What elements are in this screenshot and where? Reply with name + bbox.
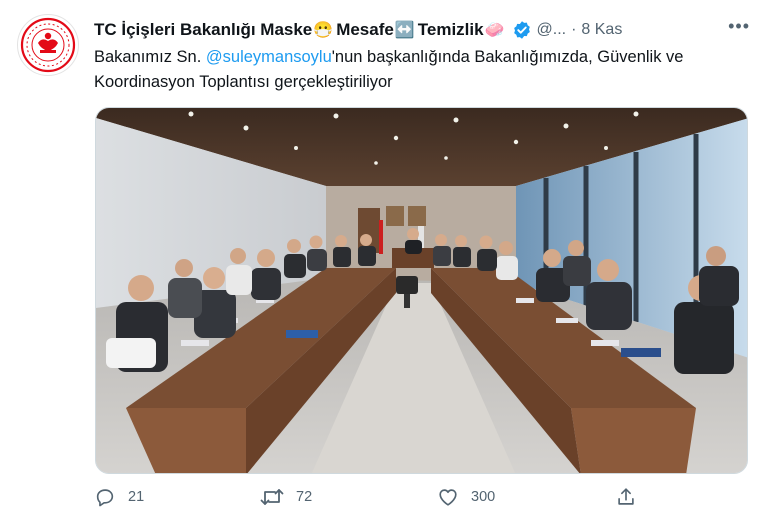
display-name[interactable]: TC İçişleri Bakanlığı Maske <box>94 20 312 40</box>
reply-count: 21 <box>128 489 145 505</box>
heart-icon <box>439 489 457 506</box>
tweet-actions: 21 72 300 <box>94 486 744 516</box>
timestamp[interactable]: 8 Kas <box>581 21 622 39</box>
display-name-part2[interactable]: Mesafe <box>336 20 394 40</box>
mention-link[interactable]: @suleymansoylu <box>206 48 332 66</box>
display-name-part3[interactable]: Temizlik <box>418 20 484 40</box>
retweet-count: 72 <box>296 489 313 505</box>
arrows-emoji: ↔️ <box>394 22 415 39</box>
share-icon <box>618 488 634 505</box>
retweet-icon <box>260 489 284 505</box>
separator-dot: · <box>571 21 577 38</box>
handle[interactable]: @... <box>537 21 567 39</box>
like-button[interactable]: 300 <box>437 486 495 508</box>
avatar[interactable] <box>17 14 79 76</box>
tweet-media-photo[interactable] <box>95 107 748 474</box>
reply-icon <box>96 489 114 507</box>
like-count: 300 <box>471 489 496 505</box>
tweet-text-start: Bakanımız Sn. <box>94 48 206 66</box>
more-options-icon[interactable]: ••• <box>728 16 750 37</box>
tweet[interactable]: TC İçişleri Bakanlığı Maske 😷 Mesafe ↔️ … <box>0 0 770 531</box>
soap-emoji: 🧼 <box>484 22 505 39</box>
tweet-text: Bakanımız Sn. @suleymansoylu'nun başkanl… <box>94 45 754 95</box>
ministry-emblem-icon <box>20 17 76 73</box>
verified-badge-icon <box>512 20 532 40</box>
tweet-header: TC İçişleri Bakanlığı Maske 😷 Mesafe ↔️ … <box>94 16 754 42</box>
mask-emoji: 😷 <box>313 22 334 39</box>
reply-button[interactable]: 21 <box>94 486 144 508</box>
share-button[interactable] <box>615 486 649 508</box>
retweet-button[interactable]: 72 <box>260 486 312 508</box>
meeting-room-photo <box>96 108 747 473</box>
